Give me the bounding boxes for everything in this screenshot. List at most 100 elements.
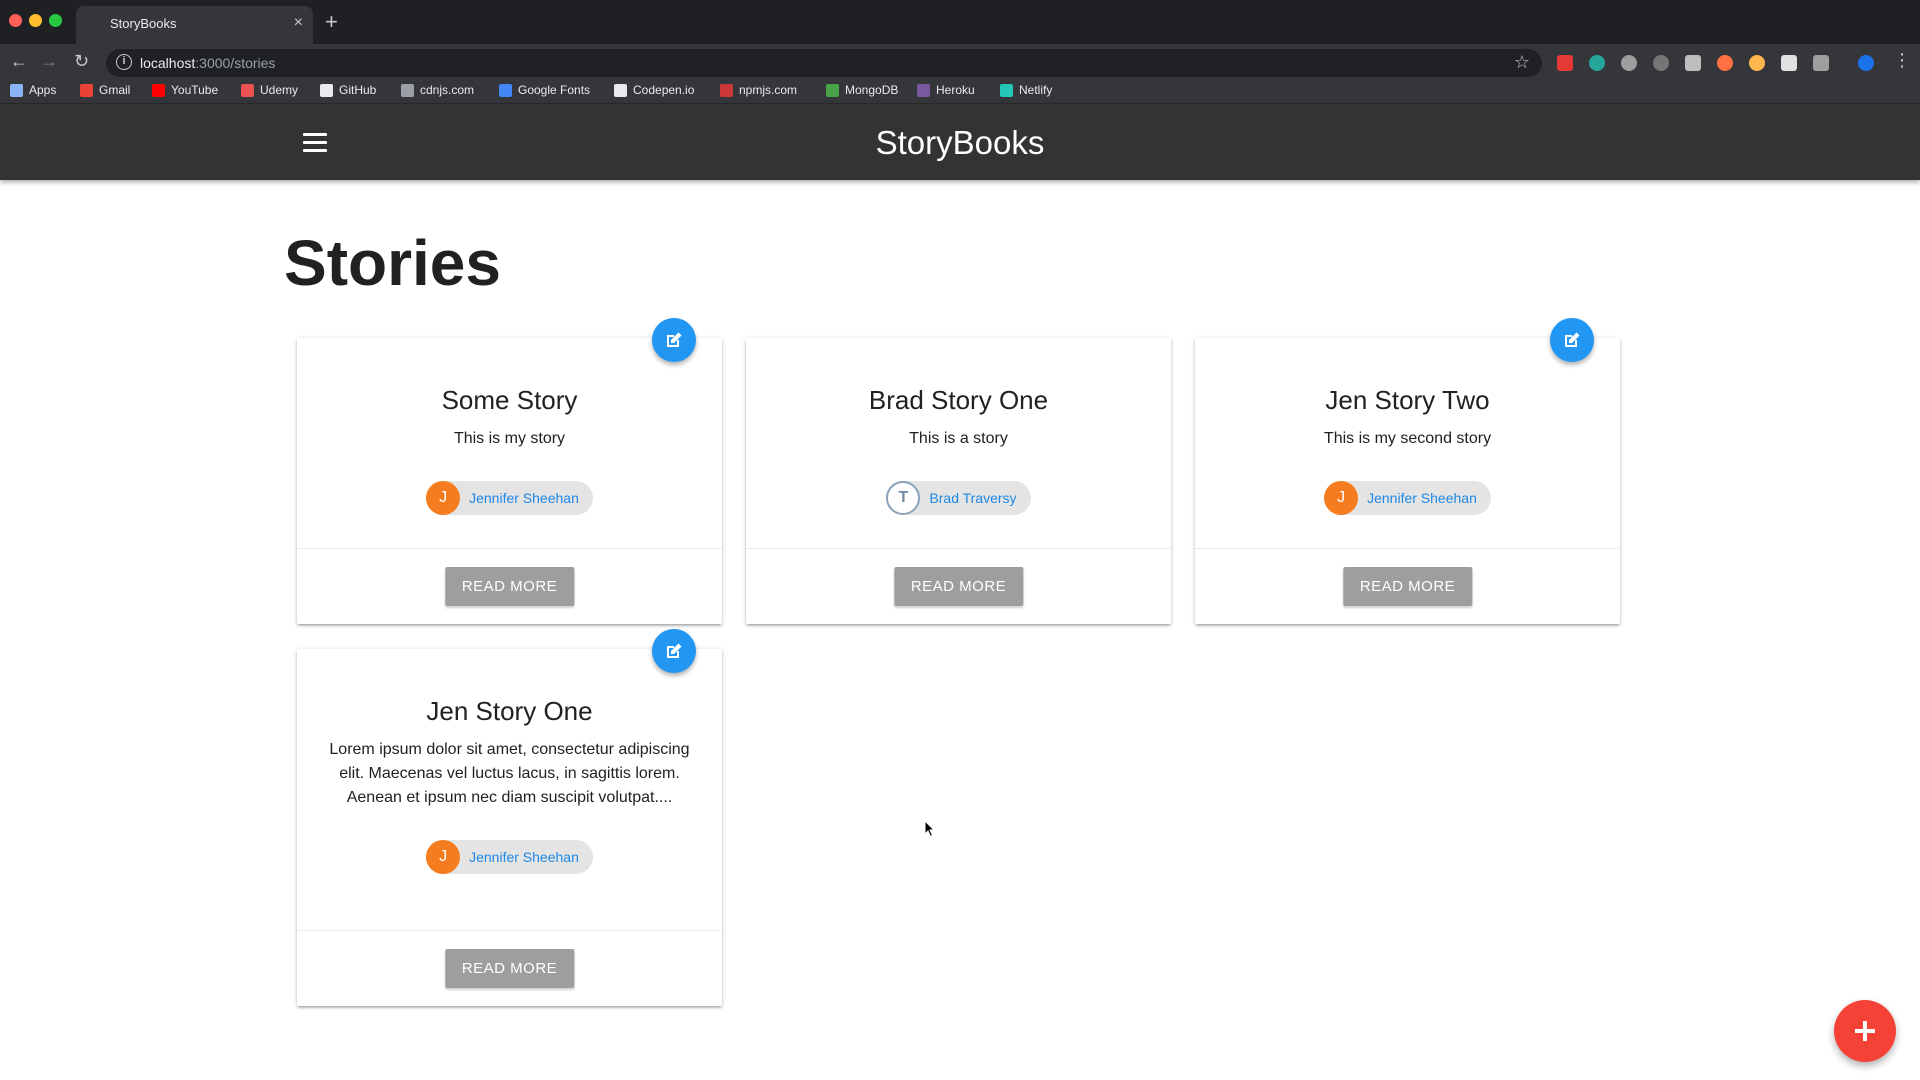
page-title: Stories bbox=[284, 227, 501, 299]
read-more-button[interactable]: READ MORE bbox=[893, 567, 1024, 606]
gmail-icon bbox=[80, 83, 93, 97]
add-story-button[interactable] bbox=[1834, 1000, 1896, 1062]
github-icon bbox=[320, 83, 333, 97]
card-content: Jen Story One Lorem ipsum dolor sit amet,… bbox=[297, 649, 722, 874]
app-navbar: StoryBooks bbox=[0, 104, 1920, 180]
card-content: Brad Story One This is a story T Brad Trave… bbox=[746, 338, 1171, 515]
author-chip[interactable]: J Jennifer Sheehan bbox=[426, 840, 593, 874]
author-chip[interactable]: T Brad Traversy bbox=[886, 481, 1031, 515]
extension-lightbulb-icon[interactable] bbox=[1749, 55, 1765, 71]
story-excerpt: This is a story bbox=[909, 430, 1008, 447]
extension-white-icon[interactable] bbox=[1781, 55, 1797, 71]
extension-orange-icon[interactable] bbox=[1717, 55, 1733, 71]
bookmark-item[interactable]: cdnjs.com bbox=[401, 83, 474, 97]
story-title: Brad Story One bbox=[868, 385, 1049, 415]
bookmark-item[interactable]: Codepen.io bbox=[614, 83, 694, 97]
author-name-link[interactable]: Jennifer Sheehan bbox=[469, 849, 579, 865]
tab-close-icon[interactable]: × bbox=[294, 14, 303, 32]
extension-gear-icon[interactable] bbox=[1621, 55, 1637, 71]
mongodb-leaf-icon bbox=[826, 83, 839, 97]
author-chip[interactable]: J Jennifer Sheehan bbox=[1324, 481, 1491, 515]
profile-avatar-icon[interactable] bbox=[1858, 55, 1874, 71]
maximize-window-button[interactable] bbox=[49, 14, 62, 27]
bookmark-item[interactable]: Netlify bbox=[1000, 83, 1052, 97]
bookmark-label: Codepen.io bbox=[633, 83, 695, 97]
tab-title: StoryBooks bbox=[110, 16, 177, 31]
story-excerpt: This is my second story bbox=[1323, 430, 1492, 447]
close-window-button[interactable] bbox=[9, 14, 22, 27]
browser-tab-bar: StoryBooks × + bbox=[0, 0, 1920, 44]
edit-story-button[interactable] bbox=[652, 318, 696, 362]
read-more-button[interactable]: READ MORE bbox=[444, 949, 575, 988]
author-name-link[interactable]: Jennifer Sheehan bbox=[1367, 490, 1477, 506]
bookmark-label: Gmail bbox=[99, 83, 131, 97]
reload-icon[interactable]: ↻ bbox=[74, 51, 89, 72]
browser-tab[interactable]: StoryBooks × bbox=[76, 6, 313, 44]
site-info-icon[interactable]: i bbox=[116, 54, 132, 70]
bookmark-label: npmjs.com bbox=[739, 83, 798, 97]
youtube-icon bbox=[152, 83, 165, 97]
heroku-icon bbox=[917, 83, 930, 97]
brand-logo[interactable]: StoryBooks bbox=[0, 124, 1920, 162]
author-avatar: T bbox=[886, 481, 921, 515]
minimize-window-button[interactable] bbox=[29, 14, 42, 27]
browser-menu-icon[interactable]: ⋮ bbox=[1893, 50, 1911, 71]
bookmark-label: Apps bbox=[29, 83, 57, 97]
author-avatar: J bbox=[1324, 481, 1359, 515]
edit-story-button[interactable] bbox=[652, 629, 696, 673]
bookmark-label: Udemy bbox=[260, 83, 299, 97]
bookmark-label: GitHub bbox=[339, 83, 377, 97]
netlify-icon bbox=[1000, 83, 1013, 97]
bookmark-item[interactable]: MongoDB bbox=[826, 83, 898, 97]
google-fonts-icon bbox=[499, 83, 512, 97]
card-action: READ MORE bbox=[297, 930, 722, 1006]
bookmark-item[interactable]: Apps bbox=[10, 83, 56, 97]
bookmark-item[interactable]: Udemy bbox=[241, 83, 298, 97]
extension-vue-icon[interactable] bbox=[1685, 55, 1701, 71]
url-path: :3000/stories bbox=[195, 55, 276, 71]
npm-icon bbox=[720, 83, 733, 97]
bookmark-star-icon[interactable]: ☆ bbox=[1514, 52, 1530, 73]
story-title: Jen Story Two bbox=[1325, 385, 1490, 415]
address-bar[interactable]: i localhost:3000/stories ☆ bbox=[106, 49, 1542, 77]
read-more-button[interactable]: READ MORE bbox=[444, 567, 575, 606]
plus-icon bbox=[1855, 1021, 1875, 1041]
edit-icon bbox=[667, 332, 682, 347]
new-tab-button[interactable]: + bbox=[325, 9, 338, 35]
author-avatar: J bbox=[426, 840, 461, 874]
bookmark-label: YouTube bbox=[171, 83, 219, 97]
codepen-icon bbox=[614, 83, 627, 97]
story-card: Jen Story One Lorem ipsum dolor sit amet,… bbox=[297, 629, 722, 1006]
story-title: Jen Story One bbox=[426, 696, 593, 726]
bookmark-item[interactable]: npmjs.com bbox=[720, 83, 797, 97]
mouse-cursor-icon bbox=[924, 820, 936, 838]
story-card: Brad Story One This is a story T Brad Trave… bbox=[746, 338, 1171, 624]
bookmark-label: Heroku bbox=[936, 83, 975, 97]
author-avatar: J bbox=[426, 481, 461, 515]
extension-red-icon[interactable] bbox=[1557, 55, 1573, 71]
story-title: Some Story bbox=[441, 385, 578, 415]
author-name-link[interactable]: Jennifer Sheehan bbox=[469, 490, 579, 506]
forward-arrow-icon[interactable]: → bbox=[40, 51, 58, 72]
edit-story-button[interactable] bbox=[1550, 318, 1594, 362]
edit-icon bbox=[1565, 332, 1580, 347]
story-excerpt: This is my story bbox=[453, 430, 566, 447]
extension-grey-icon[interactable] bbox=[1813, 55, 1829, 71]
bookmark-item[interactable]: Heroku bbox=[917, 83, 975, 97]
bookmark-item[interactable]: YouTube bbox=[152, 83, 218, 97]
author-name-link[interactable]: Brad Traversy bbox=[929, 490, 1016, 506]
card-action: READ MORE bbox=[1195, 548, 1620, 624]
bookmark-item[interactable]: GitHub bbox=[320, 83, 376, 97]
extension-teal-icon[interactable] bbox=[1589, 55, 1605, 71]
card-content: Some Story This is my story J Jennifer Shee… bbox=[297, 338, 722, 515]
bookmark-label: Google Fonts bbox=[518, 83, 591, 97]
bookmark-item[interactable]: Gmail bbox=[80, 83, 130, 97]
back-arrow-icon[interactable]: ← bbox=[10, 51, 28, 72]
author-chip[interactable]: J Jennifer Sheehan bbox=[426, 481, 593, 515]
story-card: Some Story This is my story J Jennifer Shee… bbox=[297, 318, 722, 624]
bookmark-item[interactable]: Google Fonts bbox=[499, 83, 590, 97]
read-more-button[interactable]: READ MORE bbox=[1342, 567, 1473, 606]
extension-circle-icon[interactable] bbox=[1653, 55, 1669, 71]
udemy-icon bbox=[241, 83, 254, 97]
browser-toolbar: ← → ↻ i localhost:3000/stories ☆ ⋮ bbox=[0, 44, 1920, 82]
